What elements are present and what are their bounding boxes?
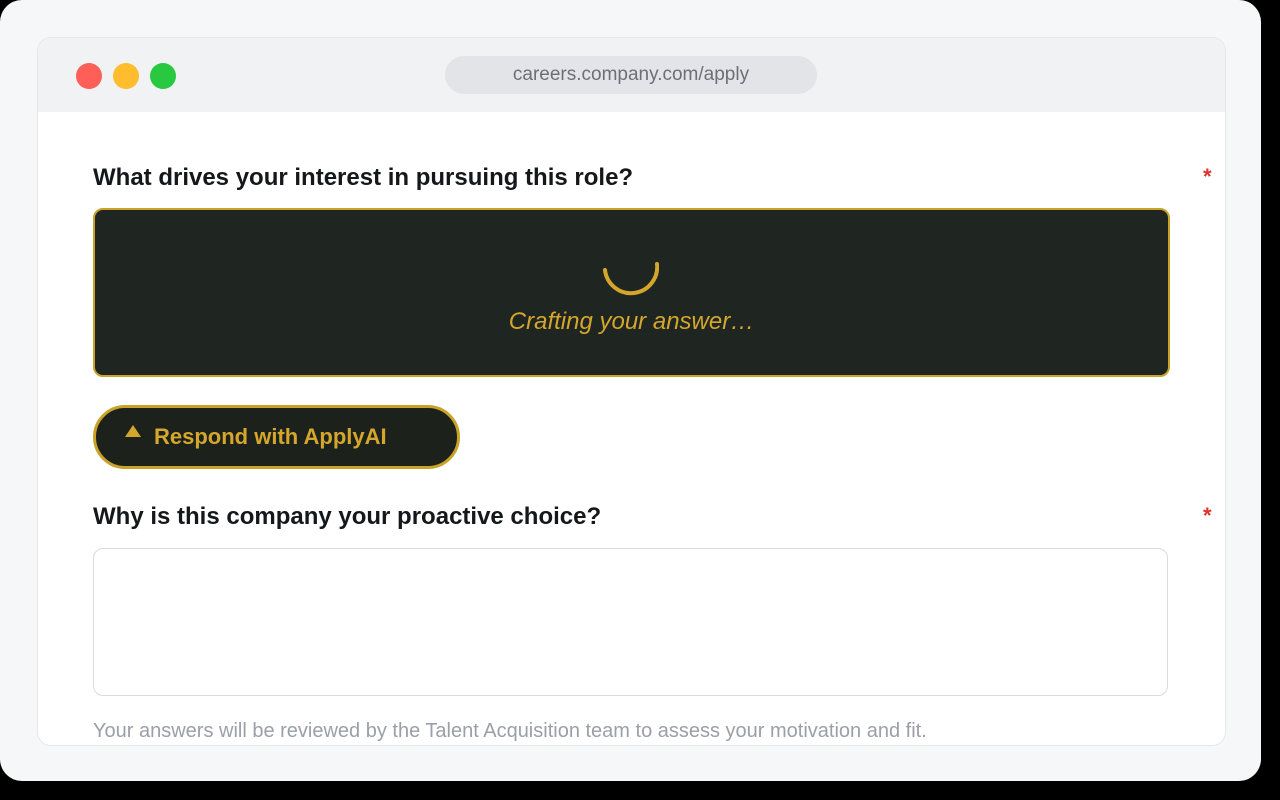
screenshot-frame: careers.company.com/apply What drives yo… (0, 0, 1261, 781)
required-asterisk: * (1203, 503, 1212, 528)
address-bar[interactable]: careers.company.com/apply (445, 56, 817, 94)
minimize-window-button[interactable] (113, 63, 139, 89)
ai-button-label: Respond with ApplyAI (154, 424, 387, 449)
browser-window: careers.company.com/apply What drives yo… (37, 37, 1226, 746)
company-answer-field[interactable] (93, 548, 1168, 696)
close-window-button[interactable] (76, 63, 102, 89)
triangle-up-icon (125, 425, 141, 437)
loading-status-text: Crafting your answer… (508, 308, 755, 335)
required-asterisk: * (1203, 164, 1212, 189)
interest-answer-field[interactable]: Crafting your answer… (93, 208, 1170, 377)
review-footnote: Your answers will be reviewed by the Tal… (93, 720, 927, 742)
respond-with-applyai-button[interactable]: Respond with ApplyAI (93, 405, 460, 469)
question-company-label: Why is this company your proactive choic… (93, 503, 602, 530)
loading-spinner-icon (603, 262, 659, 296)
application-form: What drives your interest in pursuing th… (38, 112, 1225, 745)
question-interest-label: What drives your interest in pursuing th… (93, 164, 634, 191)
browser-titlebar: careers.company.com/apply (38, 38, 1225, 112)
maximize-window-button[interactable] (150, 63, 176, 89)
